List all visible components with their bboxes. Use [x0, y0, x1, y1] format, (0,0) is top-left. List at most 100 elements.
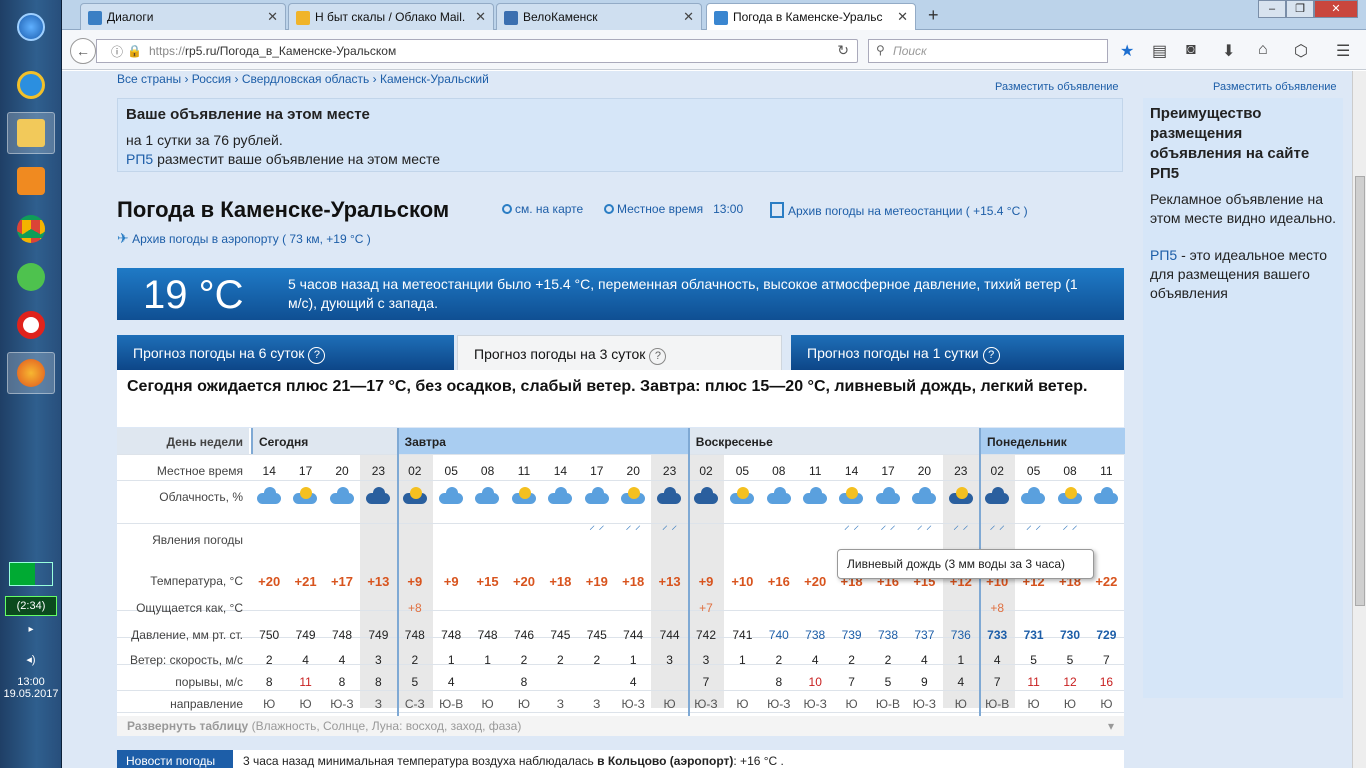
cloud-icon[interactable]: [910, 485, 938, 507]
taskbar-chrome[interactable]: [7, 208, 55, 250]
maximize-button[interactable]: ❐: [1286, 0, 1314, 18]
place-ad-link-side[interactable]: Разместить объявление: [1213, 81, 1337, 93]
cloud-icon[interactable]: [1019, 485, 1047, 507]
help-icon[interactable]: ?: [649, 348, 667, 365]
rain-drops-icon[interactable]: ⸝ ⸝: [615, 516, 651, 533]
tab-forecast-1-day[interactable]: Прогноз погоды на 1 сутки?: [791, 335, 1124, 370]
network-signal-icon[interactable]: [9, 562, 53, 586]
rain-drops-icon[interactable]: ⸝ ⸝: [833, 516, 869, 533]
cloud-icon[interactable]: [728, 485, 756, 507]
cloud-icon[interactable]: [546, 485, 574, 507]
cloud-icon[interactable]: [874, 485, 902, 507]
cloud-icon[interactable]: [801, 485, 829, 507]
tab-weather[interactable]: Погода в Каменске-Уральс ✕: [706, 3, 916, 31]
back-button[interactable]: ←: [70, 38, 96, 64]
rain-drops-icon[interactable]: ⸝ ⸝: [906, 516, 942, 533]
cloud-icon[interactable]: [655, 485, 683, 507]
addon-icon[interactable]: ⬡: [1294, 41, 1308, 61]
tab-mail-cloud[interactable]: Н быт скалы / Облако Mail. ✕: [288, 3, 494, 30]
help-icon[interactable]: ?: [308, 347, 326, 364]
help-icon[interactable]: ?: [982, 347, 1000, 364]
place-ad-link[interactable]: Разместить объявление: [995, 81, 1119, 93]
cloud-icon[interactable]: [837, 485, 865, 507]
tab-dialogs[interactable]: Диалоги ✕: [80, 3, 286, 30]
rain-drops-icon[interactable]: ⸝ ⸝: [579, 516, 615, 533]
gust-cell: 5: [411, 675, 419, 689]
home-icon[interactable]: ⌂: [1258, 41, 1268, 59]
rp5-link[interactable]: РП5: [126, 151, 153, 167]
tab-velokamensk[interactable]: ВелоКаменск ✕: [496, 3, 702, 30]
cloud-icon[interactable]: [291, 485, 319, 507]
pressure-cell: 740: [768, 628, 789, 642]
page-scrollbar[interactable]: [1352, 71, 1366, 768]
rain-drops-icon[interactable]: ⸝ ⸝: [651, 516, 687, 533]
ad-banner-top[interactable]: Ваше объявление на этом месте на 1 сутки…: [117, 98, 1123, 172]
close-icon[interactable]: ✕: [897, 9, 908, 25]
close-icon[interactable]: ✕: [683, 9, 694, 25]
cloud-icon[interactable]: [328, 485, 356, 507]
search-input[interactable]: Поиск ⚲: [868, 39, 1108, 63]
close-window-button[interactable]: ✕: [1314, 0, 1358, 18]
news-place[interactable]: в Кольцово (аэропорт): [597, 754, 733, 768]
rain-drops-icon[interactable]: ⸝ ⸝: [979, 516, 1015, 533]
cloud-icon[interactable]: [401, 485, 429, 507]
news-label[interactable]: Новости погоды: [117, 750, 233, 768]
bookmark-star-icon[interactable]: ★: [1120, 41, 1134, 61]
time-cell: 11: [517, 464, 531, 478]
info-icon[interactable]: ⓘ: [111, 43, 123, 60]
cloud-icon[interactable]: [1092, 485, 1120, 507]
rain-drops-icon[interactable]: ⸝ ⸝: [870, 516, 906, 533]
reload-icon[interactable]: ↻: [837, 42, 849, 59]
cloud-icon[interactable]: [1056, 485, 1084, 507]
menu-icon[interactable]: ☰: [1336, 41, 1350, 61]
close-icon[interactable]: ✕: [475, 9, 486, 25]
cloud-icon[interactable]: [255, 485, 283, 507]
taskbar-firefox[interactable]: [7, 352, 55, 394]
map-link[interactable]: см. на карте: [502, 202, 583, 216]
download-icon[interactable]: ⬇: [1222, 41, 1235, 61]
rp5-link[interactable]: РП5: [1150, 247, 1177, 263]
rain-drops-icon[interactable]: ⸝ ⸝: [943, 516, 979, 533]
tab-forecast-3-days[interactable]: Прогноз погоды на 3 суток?: [457, 335, 782, 370]
cloud-icon[interactable]: [473, 485, 501, 507]
close-icon[interactable]: ✕: [267, 9, 278, 25]
rain-drops-icon[interactable]: ⸝ ⸝: [1015, 516, 1051, 533]
crumb-russia[interactable]: Россия: [192, 72, 231, 86]
taskbar-explorer[interactable]: [7, 112, 55, 154]
start-button[interactable]: [7, 6, 55, 48]
tab-forecast-6-days[interactable]: Прогноз погоды на 6 суток?: [117, 335, 454, 370]
cloud-icon[interactable]: [437, 485, 465, 507]
cloud-icon[interactable]: [692, 485, 720, 507]
new-tab-button[interactable]: +: [928, 5, 939, 26]
battery-indicator[interactable]: (2:34): [5, 596, 57, 616]
airport-archive-link[interactable]: ✈ Архив погоды в аэропорту ( 73 км, +19 …: [117, 230, 371, 247]
minimize-button[interactable]: ‒: [1258, 0, 1286, 18]
cloud-icon[interactable]: [983, 485, 1011, 507]
cloud-icon[interactable]: [619, 485, 647, 507]
cloud-icon[interactable]: [364, 485, 392, 507]
rain-drops-icon[interactable]: ⸝ ⸝: [1052, 516, 1088, 533]
expand-table-link[interactable]: Развернуть таблицу (Влажность, Солнце, Л…: [117, 716, 1124, 736]
show-hidden-icons[interactable]: ▸: [0, 624, 62, 635]
cloud-icon[interactable]: [947, 485, 975, 507]
cloud-icon[interactable]: [765, 485, 793, 507]
taskbar-media[interactable]: [7, 160, 55, 202]
cloud-icon[interactable]: [510, 485, 538, 507]
clock-date[interactable]: 19.05.2017: [0, 688, 62, 700]
crumb-all-countries[interactable]: Все страны: [117, 72, 181, 86]
scrollbar-thumb[interactable]: [1355, 176, 1365, 606]
crumb-city[interactable]: Каменск-Уральский: [380, 72, 489, 86]
clipboard-icon[interactable]: ▤: [1152, 41, 1167, 61]
crumb-region[interactable]: Свердловская область: [242, 72, 369, 86]
station-archive-link[interactable]: Архив погоды на метеостанции ( +15.4 °C …: [770, 202, 1028, 218]
pressure-cell: 744: [623, 628, 644, 642]
ad-banner-side[interactable]: Преимущество размещения объявления на са…: [1143, 98, 1343, 698]
taskbar-ie[interactable]: [7, 64, 55, 106]
tray-volume-icon[interactable]: ◂): [0, 653, 62, 666]
clock-time[interactable]: 13:00: [0, 676, 62, 688]
taskbar-opera[interactable]: [7, 304, 55, 346]
url-bar[interactable]: https://rp5.ru/Погода_в_Каменске-Уральск…: [96, 39, 858, 63]
taskbar-icq[interactable]: [7, 256, 55, 298]
pocket-icon[interactable]: ◙: [1186, 41, 1196, 59]
cloud-icon[interactable]: [583, 485, 611, 507]
